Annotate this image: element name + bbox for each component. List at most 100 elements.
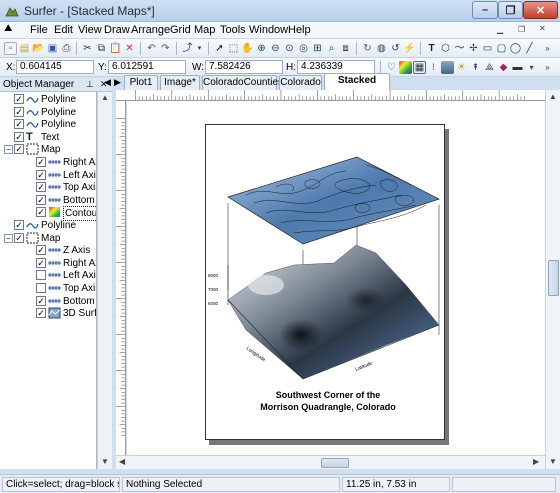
tab-colorado-counties[interactable]: ColoradoCounties <box>202 75 283 90</box>
paste-icon[interactable]: 📋 <box>109 42 122 55</box>
mdi-close-icon[interactable]: ✕ <box>539 24 546 33</box>
menu-help[interactable]: Help <box>288 24 311 36</box>
actual-size-icon[interactable]: ⧈ <box>339 42 352 55</box>
stacked-maps-graphic[interactable]: 8000 7000 6000 Longitude Latitude Southw… <box>206 125 446 441</box>
map-title-line1: Southwest Corner of the <box>276 390 381 400</box>
visibility-checkbox[interactable]: ✓ <box>36 245 46 256</box>
tab-stacked-maps[interactable]: Stacked Maps* <box>324 73 390 100</box>
visibility-checkbox[interactable]: ✓ <box>36 194 46 205</box>
maximize-button[interactable]: ❐ <box>498 1 523 19</box>
menu-tools[interactable]: Tools <box>220 24 246 36</box>
zoom-page-icon[interactable]: ◎ <box>297 42 310 55</box>
close-button[interactable]: ✕ <box>523 1 558 19</box>
copy-icon[interactable]: ⧉ <box>95 42 108 55</box>
zoom-in-icon[interactable]: ⊕ <box>255 42 268 55</box>
visibility-checkbox[interactable]: ✓ <box>36 169 46 180</box>
symbol-icon[interactable]: ✢ <box>467 42 480 55</box>
visibility-checkbox[interactable]: ✓ <box>14 106 24 117</box>
select-arrow-icon[interactable]: ➚ <box>213 42 226 55</box>
trackball-icon[interactable]: ◍ <box>375 42 388 55</box>
rotate-icon[interactable]: ↺ <box>389 42 402 55</box>
save-icon[interactable]: ▣ <box>46 42 59 55</box>
redo-icon[interactable]: ↷ <box>159 42 172 55</box>
visibility-checkbox[interactable]: ✓ <box>36 257 46 268</box>
delete-icon[interactable]: ✕ <box>123 42 136 55</box>
x-coordinate-field[interactable]: 0.604145 <box>16 60 94 74</box>
toolbar-overflow-icon[interactable]: » <box>541 42 554 55</box>
tab-scroll-right-icon[interactable]: ▶ <box>114 77 121 88</box>
tab-image[interactable]: Image* <box>160 75 200 90</box>
hscroll-left-icon[interactable]: ◀ <box>119 457 125 466</box>
menu-file[interactable]: File <box>30 24 48 36</box>
y-coordinate-field[interactable]: 6.012591 <box>108 60 186 74</box>
menu-map[interactable]: Map <box>194 24 215 36</box>
visibility-checkbox[interactable] <box>36 283 46 293</box>
visibility-checkbox[interactable]: ✓ <box>36 295 46 306</box>
visibility-checkbox[interactable] <box>36 270 46 281</box>
horizontal-scroll-thumb[interactable] <box>321 458 349 468</box>
rectangle-icon[interactable]: ▭ <box>481 42 494 55</box>
mdi-minimize-icon[interactable]: ▁ <box>497 25 503 34</box>
line-icon[interactable]: ╱ <box>523 42 536 55</box>
new-worksheet-icon[interactable]: ▤ <box>18 42 31 55</box>
ellipse-icon[interactable]: ◯ <box>509 42 522 55</box>
pan-hand-icon[interactable]: ✋ <box>241 42 254 55</box>
block-select-icon[interactable]: ⬚ <box>227 42 240 55</box>
text-tool-icon[interactable]: T <box>425 42 438 55</box>
scroll-up-icon[interactable]: ▲ <box>101 93 109 102</box>
menu-draw[interactable]: Draw <box>104 24 130 36</box>
redraw-icon[interactable]: ↻ <box>361 42 374 55</box>
visibility-checkbox[interactable]: ✓ <box>14 94 24 104</box>
menu-arrange[interactable]: Arrange <box>131 24 170 36</box>
vertical-scroll-thumb[interactable] <box>548 260 559 296</box>
visibility-checkbox[interactable]: ✓ <box>36 308 46 319</box>
object-manager-scrollbar[interactable]: ▲ ▼ <box>97 92 112 469</box>
polygon-icon[interactable]: ⬡ <box>439 42 452 55</box>
print-icon[interactable]: ⎙ <box>60 42 73 55</box>
visibility-checkbox[interactable]: ✓ <box>36 157 46 167</box>
vertical-scrollbar[interactable]: ▲ ▼ <box>545 90 560 469</box>
scroll-down-icon[interactable]: ▼ <box>101 457 109 466</box>
hscroll-right-icon[interactable]: ▶ <box>533 457 539 466</box>
visibility-checkbox[interactable]: ✓ <box>14 220 24 230</box>
open-icon[interactable]: 📂 <box>32 42 45 55</box>
tab-colorado[interactable]: Colorado <box>279 75 322 90</box>
collapse-toggle[interactable]: − <box>4 145 13 155</box>
run-script-icon[interactable]: ⚡ <box>403 42 416 55</box>
visibility-checkbox[interactable]: ✓ <box>14 131 24 142</box>
width-field[interactable]: 7.582426 <box>205 60 283 74</box>
height-field[interactable]: 4.236339 <box>297 60 375 74</box>
dropdown-arrow-icon[interactable]: ▾ <box>193 42 206 55</box>
cut-icon[interactable]: ✂ <box>81 42 94 55</box>
polyline-tool-icon[interactable]: 〜 <box>453 42 466 55</box>
tab-scroll-left-icon[interactable]: ◀ <box>104 77 111 88</box>
menu-grid[interactable]: Grid <box>170 24 191 36</box>
plot-page[interactable]: 8000 7000 6000 Longitude Latitude Southw… <box>205 124 445 440</box>
mdi-restore-icon[interactable]: ❐ <box>518 25 525 34</box>
undo-icon[interactable]: ↶ <box>145 42 158 55</box>
visibility-checkbox[interactable]: ✓ <box>14 232 24 243</box>
contour-map-surface[interactable] <box>227 156 440 245</box>
visibility-checkbox[interactable]: ✓ <box>36 207 46 218</box>
vscroll-up-icon[interactable]: ▲ <box>549 92 557 101</box>
visibility-checkbox[interactable]: ✓ <box>14 144 24 155</box>
pin-icon[interactable]: ⊥ <box>86 79 94 90</box>
menu-view[interactable]: View <box>78 24 102 36</box>
visibility-checkbox[interactable]: ✓ <box>36 182 46 193</box>
rounded-rect-icon[interactable]: ▢ <box>495 42 508 55</box>
horizontal-scrollbar[interactable]: ◀ ▶ <box>116 455 545 469</box>
zoom-selected-icon[interactable]: ⌕ <box>325 42 338 55</box>
minimize-button[interactable]: – <box>472 1 498 19</box>
collapse-toggle[interactable]: − <box>4 233 13 243</box>
zoom-rect-icon[interactable]: ⊙ <box>283 42 296 55</box>
visibility-checkbox[interactable]: ✓ <box>14 119 24 130</box>
surfer-app-icon[interactable] <box>5 4 19 18</box>
new-icon[interactable]: ▫ <box>4 42 17 55</box>
menu-window[interactable]: Window <box>249 24 288 36</box>
tab-plot1[interactable]: Plot1 <box>124 75 158 90</box>
zoom-fit-icon[interactable]: ⊞ <box>311 42 324 55</box>
document-icon[interactable]: ⛰ <box>4 23 17 36</box>
zoom-out-icon[interactable]: ⊖ <box>269 42 282 55</box>
vscroll-down-icon[interactable]: ▼ <box>549 457 557 466</box>
menu-edit[interactable]: Edit <box>54 24 73 36</box>
